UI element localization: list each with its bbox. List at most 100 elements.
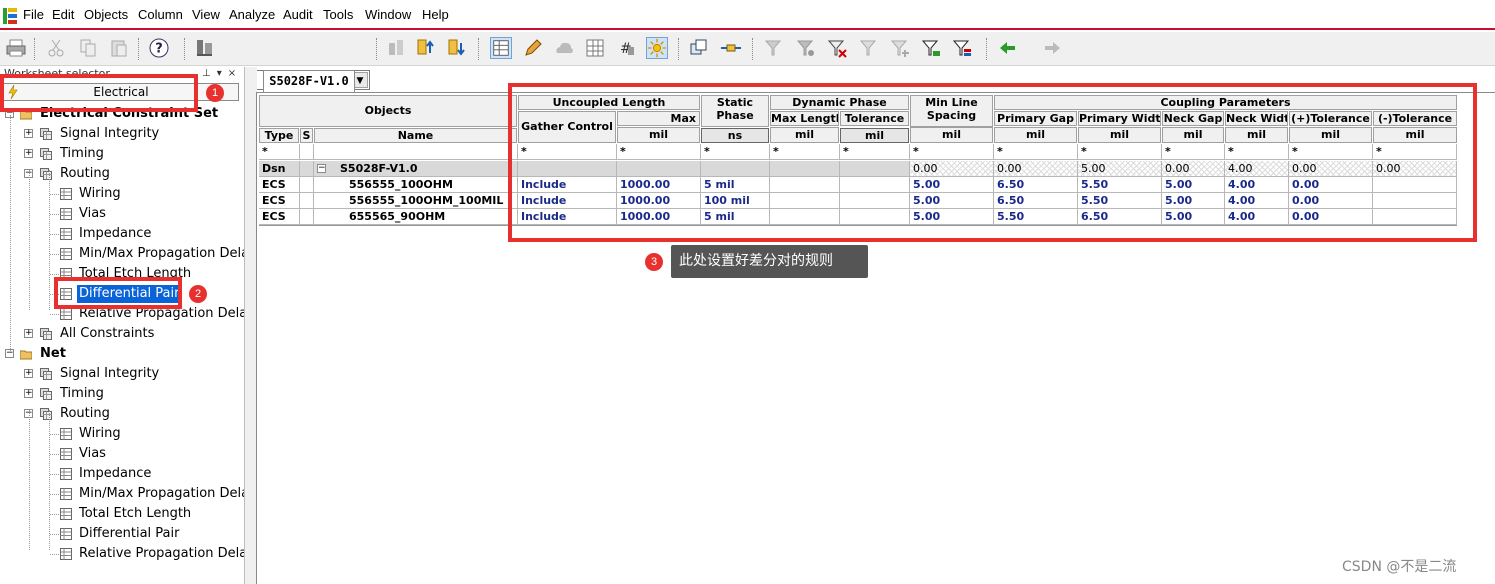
import-icon[interactable]: [386, 37, 408, 59]
tree-item-wiring[interactable]: Wiring: [0, 185, 244, 203]
sun-icon[interactable]: [646, 37, 668, 59]
filter-cell-nwidth[interactable]: *: [1225, 144, 1289, 160]
dsn-cell-mtol[interactable]: 0.00: [1373, 161, 1457, 177]
filter-cell-gather[interactable]: *: [518, 144, 617, 160]
filter-clear-icon[interactable]: [826, 37, 848, 59]
filter-icon[interactable]: [763, 37, 785, 59]
expand-icon[interactable]: +: [24, 149, 33, 158]
expand-icon[interactable]: +: [24, 389, 33, 398]
menu-column[interactable]: Column: [138, 7, 183, 22]
tree-item-timing[interactable]: + Timing: [0, 145, 244, 163]
analyze-up-icon[interactable]: [415, 37, 437, 59]
ecs-cell-nwidth[interactable]: 4.00: [1225, 209, 1289, 225]
dsn-cell-max[interactable]: [617, 161, 701, 177]
expand-icon[interactable]: +: [24, 129, 33, 138]
filter-cell-static[interactable]: *: [701, 144, 770, 160]
link-icon[interactable]: [720, 37, 742, 59]
tree-item-relative-propagation-delay[interactable]: Relative Propagation Delay: [0, 305, 244, 323]
panel-controls[interactable]: ⊥▾×: [202, 68, 242, 79]
dsn-cell-dmax[interactable]: [770, 161, 840, 177]
copy-icon[interactable]: [77, 37, 99, 59]
ecs-cell-dtol[interactable]: [840, 193, 910, 209]
dsn-cell-pgap[interactable]: 0.00: [994, 161, 1078, 177]
ecs-cell-pwidth[interactable]: 5.50: [1078, 193, 1162, 209]
tree-item-relative-propagation-delay[interactable]: Relative Propagation Delay: [0, 545, 244, 563]
filter-cell-minspace[interactable]: *: [910, 144, 994, 160]
ecs-cell-ngap[interactable]: 5.00: [1162, 209, 1225, 225]
ecs-cell-gather[interactable]: Include: [518, 177, 617, 193]
ecs-cell-dmax[interactable]: [770, 193, 840, 209]
ecs-cell-name[interactable]: 655565_90OHM: [314, 209, 518, 225]
menu-file[interactable]: File: [23, 7, 44, 22]
ecs-cell-gather[interactable]: Include: [518, 209, 617, 225]
print-icon[interactable]: [5, 37, 27, 59]
unit-tolerance[interactable]: mil: [840, 128, 909, 143]
cloud-icon[interactable]: [553, 37, 575, 59]
tree-item-impedance[interactable]: Impedance: [0, 465, 244, 483]
ecs-cell-pgap[interactable]: 6.50: [994, 193, 1078, 209]
find-icon[interactable]: [194, 37, 216, 59]
ecs-cell-pgap[interactable]: 5.50: [994, 209, 1078, 225]
filter-cell-pwidth[interactable]: *: [1078, 144, 1162, 160]
menu-edit[interactable]: Edit: [52, 7, 74, 22]
analyze-down-icon[interactable]: [446, 37, 468, 59]
windows-icon[interactable]: [688, 37, 710, 59]
ecs-cell-static[interactable]: 100 mil: [701, 193, 770, 209]
paste-icon[interactable]: [108, 37, 130, 59]
filter-cell-dmax[interactable]: *: [770, 144, 840, 160]
dsn-cell-ptol[interactable]: 0.00: [1289, 161, 1373, 177]
collapse-icon[interactable]: −: [317, 164, 326, 173]
back-icon[interactable]: [997, 37, 1019, 59]
tree-item-signal-integrity[interactable]: + Signal Integrity: [0, 365, 244, 383]
ecs-cell-nwidth[interactable]: 4.00: [1225, 177, 1289, 193]
filter-add-icon[interactable]: [889, 37, 911, 59]
ecs-cell-pwidth[interactable]: 5.50: [1078, 177, 1162, 193]
worksheet-icon[interactable]: [490, 37, 512, 59]
ecs-cell-gather[interactable]: Include: [518, 193, 617, 209]
filter-cell-mtol[interactable]: *: [1373, 144, 1457, 160]
tree-item-routing[interactable]: − Routing: [0, 165, 244, 183]
grid-icon[interactable]: [584, 37, 606, 59]
ecs-cell-minspace[interactable]: 5.00: [910, 193, 994, 209]
ecs-cell-dmax[interactable]: [770, 177, 840, 193]
dsn-cell-nwidth[interactable]: 4.00: [1225, 161, 1289, 177]
ecs-cell-max[interactable]: 1000.00: [617, 193, 701, 209]
ecs-cell-dtol[interactable]: [840, 177, 910, 193]
dsn-cell-name[interactable]: S5028F-V1.0: [314, 161, 518, 177]
menu-audit[interactable]: Audit: [283, 7, 313, 22]
ecs-cell-minspace[interactable]: 5.00: [910, 177, 994, 193]
tree-item-vias[interactable]: Vias: [0, 445, 244, 463]
dsn-cell-dtol[interactable]: [840, 161, 910, 177]
unit-static-phase[interactable]: ns: [701, 128, 769, 143]
tree-item-vias[interactable]: Vias: [0, 205, 244, 223]
cut-icon[interactable]: [45, 37, 67, 59]
ecs-cell-ngap[interactable]: 5.00: [1162, 193, 1225, 209]
tree-item-wiring[interactable]: Wiring: [0, 425, 244, 443]
filter-cell-max[interactable]: *: [617, 144, 701, 160]
hash-icon[interactable]: #: [615, 37, 637, 59]
tab-design[interactable]: S5028F-V1.0: [263, 70, 355, 92]
tree-item-routing[interactable]: − Routing: [0, 405, 244, 423]
ecs-cell-dtol[interactable]: [840, 209, 910, 225]
menu-help[interactable]: Help: [422, 7, 449, 22]
tree-item-min-max-propagation-delay[interactable]: Min/Max Propagation Delay: [0, 485, 244, 503]
ecs-cell-static[interactable]: 5 mil: [701, 177, 770, 193]
ecs-cell-ngap[interactable]: 5.00: [1162, 177, 1225, 193]
dsn-cell-gather[interactable]: [518, 161, 617, 177]
expand-icon[interactable]: +: [24, 329, 33, 338]
ecs-cell-ptol[interactable]: 0.00: [1289, 193, 1373, 209]
ecs-cell-minspace[interactable]: 5.00: [910, 209, 994, 225]
ecs-cell-max[interactable]: 1000.00: [617, 209, 701, 225]
tree-item-all-constraints[interactable]: + All Constraints: [0, 325, 244, 343]
menu-tools[interactable]: Tools: [323, 7, 353, 22]
filter-cell-ngap[interactable]: *: [1162, 144, 1225, 160]
filter-color-icon[interactable]: [951, 37, 973, 59]
tree-item-timing[interactable]: + Timing: [0, 385, 244, 403]
filter-cell-pgap[interactable]: *: [994, 144, 1078, 160]
menu-view[interactable]: View: [192, 7, 220, 22]
tree-item-net[interactable]: − Net: [0, 345, 244, 363]
ecs-cell-ptol[interactable]: 0.00: [1289, 177, 1373, 193]
filter-off-icon[interactable]: [795, 37, 817, 59]
edit-icon[interactable]: [522, 37, 544, 59]
dsn-cell-minspace[interactable]: 0.00: [910, 161, 994, 177]
